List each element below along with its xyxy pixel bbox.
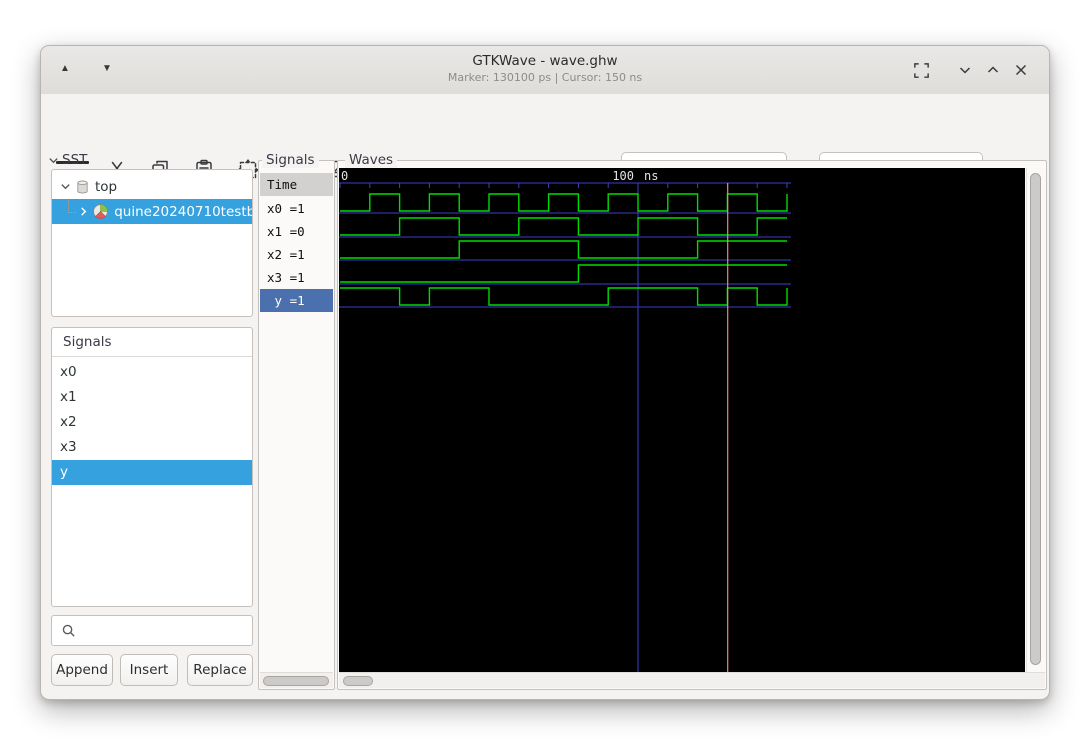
replace-button[interactable]: Replace xyxy=(187,654,253,686)
sst-tree: top quine20240710testbench xyxy=(51,169,253,317)
gtkwave-window: ▲ ▼ GTKWave - wave.ghw Marker: 130100 ps… xyxy=(40,45,1050,700)
expander-closed-icon[interactable] xyxy=(78,206,89,217)
maximize-button[interactable] xyxy=(979,57,1007,83)
signal-list-item-y[interactable]: y xyxy=(52,460,252,485)
wave-trace-y xyxy=(340,288,787,305)
chevron-down-icon xyxy=(957,62,973,78)
desktop: ▲ ▼ GTKWave - wave.ghw Marker: 130100 ps… xyxy=(0,0,1090,738)
sst-header-label: SST xyxy=(62,152,87,168)
insert-button[interactable]: Insert xyxy=(120,654,178,686)
wave-signal-row-x3[interactable]: x3 =1 xyxy=(260,266,333,289)
sst-expander[interactable]: SST xyxy=(48,152,87,168)
waves-vscrollbar[interactable] xyxy=(1026,168,1045,673)
svg-text:ns: ns xyxy=(644,169,658,183)
wave-canvas[interactable]: 0 100 ns xyxy=(339,168,1025,673)
minimize-button[interactable] xyxy=(951,57,979,83)
signal-list-item-x3[interactable]: x3 xyxy=(52,435,252,460)
chevron-up-icon xyxy=(985,62,1001,78)
hierarchy-box-icon xyxy=(75,179,90,195)
expander-open-icon[interactable] xyxy=(58,181,72,192)
append-button[interactable]: Append xyxy=(51,654,113,686)
scrollbar-thumb[interactable] xyxy=(263,676,329,686)
close-button[interactable] xyxy=(1007,57,1035,83)
search-icon xyxy=(61,623,76,638)
tree-guide-line xyxy=(68,200,76,213)
fullscreen-button[interactable] xyxy=(907,57,935,83)
toolbar: From: To: xyxy=(41,94,1049,151)
signal-list-item-x0[interactable]: x0 xyxy=(52,360,252,385)
tree-item-label: quine20240710testbench xyxy=(114,204,252,220)
tree-item-testbench[interactable]: quine20240710testbench xyxy=(52,199,252,224)
titlebar: ▲ ▼ GTKWave - wave.ghw Marker: 130100 ps… xyxy=(41,46,1049,95)
window-title: GTKWave - wave.ghw xyxy=(41,53,1049,69)
svg-text:100: 100 xyxy=(612,169,634,183)
search-input[interactable] xyxy=(82,622,236,639)
close-icon xyxy=(1013,62,1029,78)
scrollbar-thumb[interactable] xyxy=(343,676,373,686)
signal-search-box xyxy=(51,615,253,646)
wave-timeline-labels: 0 100 ns xyxy=(341,169,658,183)
wave-trace-x3 xyxy=(340,265,787,282)
horizontal-pane-splitter[interactable] xyxy=(51,318,253,326)
chevron-down-icon xyxy=(48,155,59,166)
titlebar-text: GTKWave - wave.ghw Marker: 130100 ps | C… xyxy=(41,53,1049,84)
waves-hscrollbar[interactable] xyxy=(339,672,1045,688)
signal-list-header: Signals xyxy=(52,328,252,357)
fullscreen-icon xyxy=(912,61,931,80)
wave-signal-row-x0[interactable]: x0 =1 xyxy=(260,197,333,220)
svg-text:0: 0 xyxy=(341,169,348,183)
waves-frame-label: Waves xyxy=(345,152,397,168)
signals-frame-label: Signals xyxy=(262,152,319,168)
wave-signal-column: Time x0 =1 x1 =0 x2 =1 x3 =1 y =1 xyxy=(258,160,335,690)
signal-search-panel: Signals x0 x1 x2 x3 y xyxy=(51,327,253,607)
wave-trace-x1 xyxy=(340,218,787,235)
tree-item-top[interactable]: top xyxy=(52,174,252,199)
time-header: Time xyxy=(260,173,333,196)
signal-column-hscrollbar[interactable] xyxy=(260,672,333,688)
window-controls xyxy=(907,57,1035,83)
scrollbar-thumb[interactable] xyxy=(1030,173,1041,665)
window-subtitle: Marker: 130100 ps | Cursor: 150 ns xyxy=(41,71,1049,84)
module-icon xyxy=(92,203,109,220)
wave-signal-row-y[interactable]: y =1 xyxy=(260,289,333,312)
signal-list: x0 x1 x2 x3 y xyxy=(52,357,252,485)
tree-item-label: top xyxy=(95,179,117,195)
wave-signal-row-x1[interactable]: x1 =0 xyxy=(260,220,333,243)
shift-down-button[interactable]: ▼ xyxy=(97,58,117,78)
wave-grid xyxy=(339,183,791,673)
wave-trace-x0 xyxy=(340,194,787,211)
signal-list-item-x1[interactable]: x1 xyxy=(52,385,252,410)
titlebar-left-controls: ▲ ▼ xyxy=(55,58,117,78)
wave-signal-row-x2[interactable]: x2 =1 xyxy=(260,243,333,266)
wave-trace-x2 xyxy=(340,241,787,258)
waves-panel: 0 100 ns xyxy=(337,160,1047,690)
shift-up-button[interactable]: ▲ xyxy=(55,58,75,78)
signal-list-item-x2[interactable]: x2 xyxy=(52,410,252,435)
